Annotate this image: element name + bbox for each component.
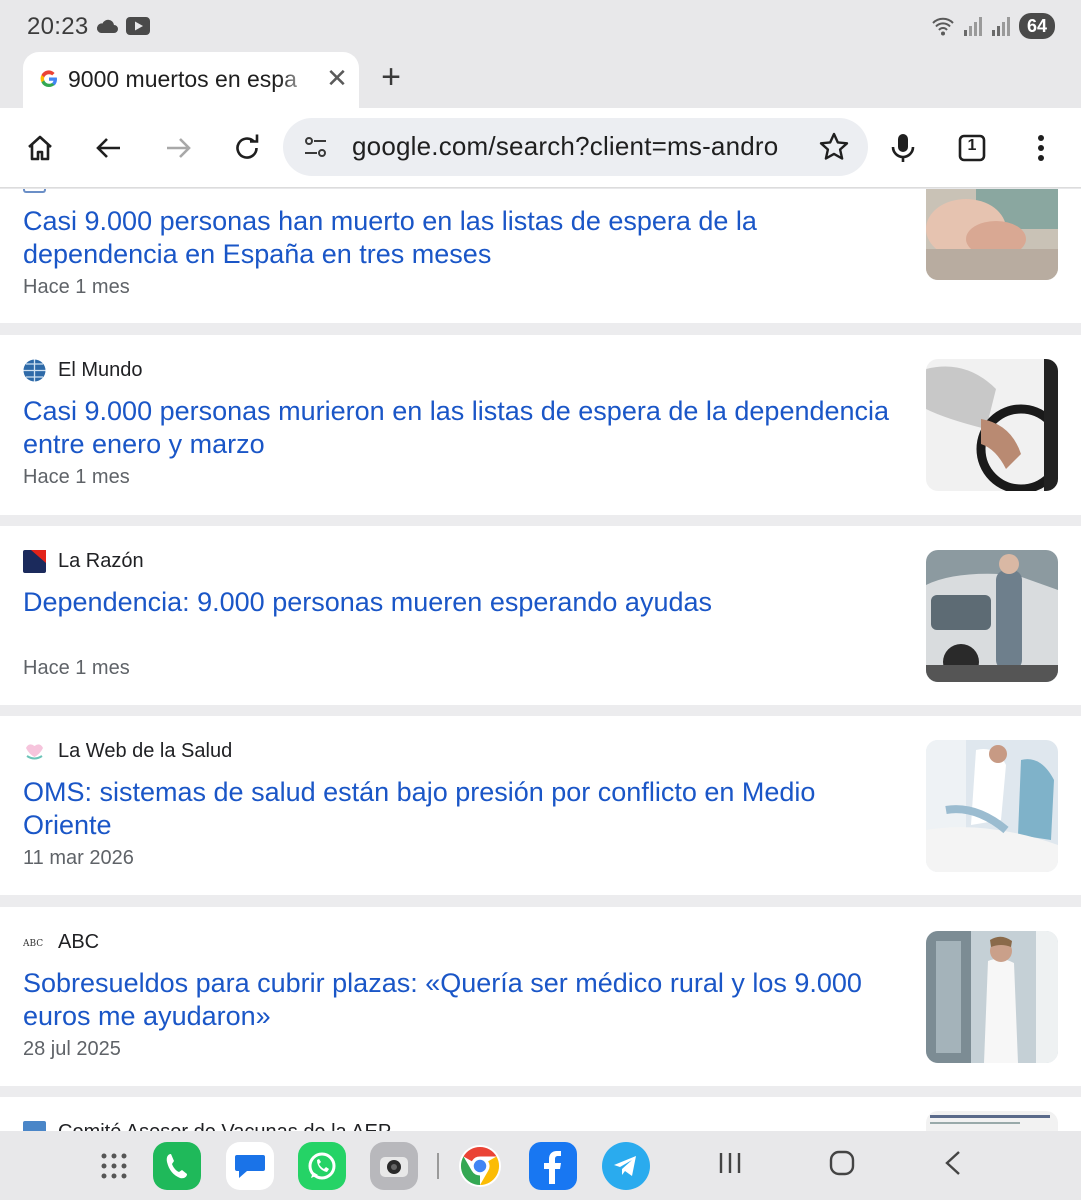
youtube-icon (126, 17, 150, 35)
whatsapp-app[interactable] (298, 1142, 346, 1190)
el-mundo-logo-icon (23, 359, 46, 382)
browser-toolbar: google.com/search?client=ms-andro 1 (0, 108, 1081, 188)
news-thumbnail[interactable] (926, 931, 1058, 1063)
google-favicon-icon (40, 70, 57, 88)
home-nav-button[interactable] (828, 1149, 856, 1182)
chrome-app[interactable] (456, 1142, 504, 1190)
back-nav-button[interactable] (942, 1149, 964, 1182)
news-source-name: La Web de la Salud (58, 740, 233, 762)
search-results: Casi 9.000 personas han muerto en las li… (0, 189, 1081, 1131)
news-card[interactable]: Casi 9.000 personas han muerto en las li… (0, 189, 1081, 323)
news-title-link[interactable]: OMS: sistemas de salud están bajo presió… (23, 776, 893, 842)
home-nav-icon (829, 1150, 855, 1176)
new-tab-button[interactable]: + (375, 60, 407, 96)
news-source-name: El Mundo (58, 359, 143, 381)
news-thumbnail-image (926, 931, 1058, 1063)
news-card[interactable]: La Web de la Salud OMS: sistemas de salu… (0, 716, 1081, 895)
whatsapp-icon (308, 1152, 336, 1180)
home-icon (28, 135, 52, 161)
svg-text:ABC: ABC (23, 939, 43, 949)
news-title-link[interactable]: Sobresueldos para cubrir plazas: «Quería… (23, 967, 893, 1033)
home-button[interactable] (22, 130, 58, 166)
facebook-app[interactable] (529, 1142, 577, 1190)
microphone-icon (891, 134, 915, 162)
news-date: Hace 1 mes (23, 276, 130, 298)
news-title-link[interactable]: Dependencia: 9.000 personas mueren esper… (23, 586, 893, 619)
forward-button[interactable] (160, 130, 196, 166)
news-date: Hace 1 mes (23, 657, 130, 679)
recents-icon (719, 1153, 741, 1173)
telegram-app[interactable] (602, 1142, 650, 1190)
back-nav-icon (945, 1151, 960, 1175)
tab-close-icon[interactable]: ✕ (325, 64, 349, 92)
wifi-icon (932, 17, 954, 36)
reload-icon (236, 134, 259, 159)
news-title-link[interactable]: Casi 9.000 personas murieron en las list… (23, 395, 893, 461)
news-date: Hace 1 mes (23, 466, 130, 488)
android-nav-bar (0, 1131, 1081, 1200)
address-bar[interactable]: google.com/search?client=ms-andro (283, 118, 868, 176)
camera-app[interactable] (370, 1142, 418, 1190)
camera-icon (380, 1157, 408, 1177)
tab-active[interactable]: 9000 muertos en espa ✕ (23, 52, 359, 108)
recents-button[interactable] (718, 1149, 742, 1182)
battery-indicator: 64 (1019, 13, 1055, 39)
back-button[interactable] (91, 130, 127, 166)
url-text[interactable]: google.com/search?client=ms-andro (352, 131, 788, 162)
news-thumbnail[interactable] (926, 1111, 1058, 1131)
news-thumbnail-image (926, 550, 1058, 682)
signal-icon (964, 17, 982, 36)
aep-logo-icon (23, 1121, 46, 1131)
reload-button[interactable] (229, 130, 265, 166)
news-card[interactable]: El Mundo Casi 9.000 personas murieron en… (0, 335, 1081, 515)
tab-switcher-button[interactable]: 1 (954, 130, 990, 166)
apps-grid-icon (101, 1153, 127, 1179)
news-source-name: La Razón (58, 550, 144, 572)
news-thumbnail[interactable] (926, 359, 1058, 491)
news-date: 11 mar 2026 (23, 847, 134, 869)
site-settings-icon[interactable] (303, 134, 329, 160)
news-date: 28 jul 2025 (23, 1038, 121, 1060)
news-thumbnail-image (926, 359, 1058, 491)
tab-title: 9000 muertos en espa (68, 66, 297, 92)
source-favicon (23, 189, 46, 193)
news-thumbnail-image (930, 1115, 1050, 1124)
more-vert-icon (1038, 135, 1044, 161)
la-web-de-la-salud-logo-icon (23, 740, 46, 763)
news-card[interactable]: Comité Asesor de Vacunas de la AEP (0, 1097, 1081, 1131)
news-thumbnail[interactable] (926, 189, 1058, 280)
telegram-icon (614, 1156, 636, 1176)
facebook-icon (544, 1151, 561, 1184)
news-thumbnail-image (926, 189, 1058, 280)
status-bar: 20:23 64 (0, 0, 1081, 52)
news-card[interactable]: ABC ABC Sobresueldos para cubrir plazas:… (0, 907, 1081, 1086)
back-arrow-icon (96, 138, 120, 158)
apps-grid-button[interactable] (90, 1142, 138, 1190)
phone-icon (166, 1154, 187, 1179)
tab-strip: 9000 muertos en espa ✕ + (0, 52, 1081, 108)
status-time: 20:23 (27, 13, 89, 40)
messages-icon (235, 1155, 265, 1178)
voice-search-button[interactable] (885, 130, 921, 166)
dock-divider (437, 1153, 439, 1179)
tab-count: 1 (967, 137, 977, 154)
bookmark-star-icon[interactable] (818, 131, 850, 163)
la-razon-logo-icon (23, 550, 46, 573)
news-thumbnail-image (926, 740, 1058, 872)
menu-button[interactable] (1023, 130, 1059, 166)
news-card[interactable]: La Razón Dependencia: 9.000 personas mue… (0, 526, 1081, 705)
news-source-name: Comité Asesor de Vacunas de la AEP (58, 1121, 391, 1131)
signal-icon (992, 17, 1010, 36)
chrome-icon (459, 1145, 501, 1187)
news-thumbnail[interactable] (926, 740, 1058, 872)
abc-logo-icon: ABC (23, 939, 43, 949)
cloud-icon (96, 19, 118, 33)
forward-arrow-icon (167, 138, 191, 158)
news-title-link[interactable]: Casi 9.000 personas han muerto en las li… (23, 205, 893, 271)
messages-app[interactable] (226, 1142, 274, 1190)
news-source-name: ABC (58, 931, 100, 953)
news-thumbnail[interactable] (926, 550, 1058, 682)
phone-app[interactable] (153, 1142, 201, 1190)
